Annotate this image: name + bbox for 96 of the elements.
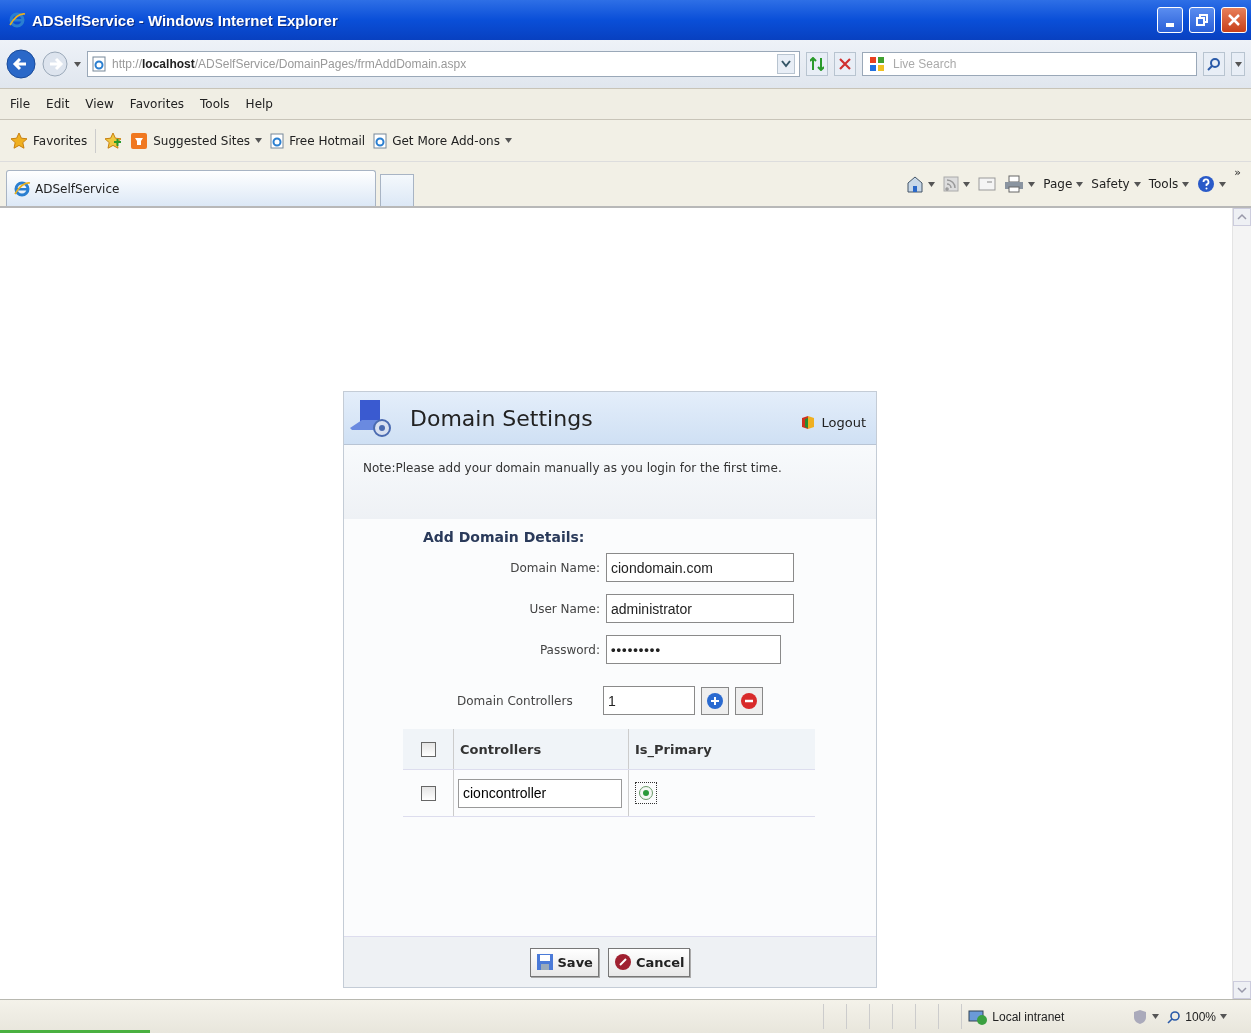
input-field[interactable]: cioncontroller — [458, 778, 622, 808]
favorites-link[interactable]: Get More Add-ons — [373, 132, 512, 149]
dropdown-caret-icon[interactable] — [1028, 181, 1036, 187]
print-button[interactable] — [1004, 175, 1036, 193]
input-field[interactable]: 1 — [603, 686, 695, 715]
minimize-button[interactable] — [1157, 7, 1183, 33]
section-title: Add Domain Details: — [423, 529, 586, 545]
dropdown-caret-icon[interactable] — [928, 181, 936, 187]
refresh-button[interactable] — [806, 52, 828, 76]
browser-logo-icon — [13, 179, 31, 198]
refresh-icon — [810, 57, 824, 71]
favorites-link[interactable]: Free Hotmail — [270, 132, 366, 149]
favorites-button[interactable]: Favorites — [10, 131, 88, 150]
network-globe-icon — [968, 1007, 989, 1026]
feed-icon — [943, 176, 960, 192]
star-icon — [10, 131, 28, 150]
field-label: Password: — [538, 642, 600, 657]
dropdown-caret-icon[interactable] — [1076, 181, 1084, 187]
column-header: Controllers — [453, 729, 629, 770]
menu-item[interactable]: Help — [245, 97, 273, 111]
computer-gear-icon — [348, 398, 392, 438]
stop-icon — [839, 58, 851, 70]
search-field[interactable]: Live Search — [891, 56, 1175, 72]
dropdown-caret-icon[interactable] — [1220, 1014, 1227, 1019]
input-field[interactable]: administrator — [606, 594, 794, 623]
page-icon — [373, 132, 388, 149]
field-label: User Name: — [528, 601, 600, 616]
search-options-caret-icon[interactable] — [1234, 61, 1242, 67]
more-commands[interactable]: » — [1234, 166, 1241, 179]
magnifier-icon — [1167, 1009, 1182, 1024]
menu-item[interactable]: Favorites — [129, 97, 185, 111]
restore-icon — [1196, 14, 1208, 26]
add-button[interactable] — [701, 686, 729, 715]
home-button[interactable] — [906, 175, 936, 193]
dropdown-caret-icon[interactable] — [963, 181, 971, 187]
dropdown-icon[interactable] — [781, 60, 791, 68]
command-menu[interactable]: Tools — [1148, 177, 1190, 191]
select-all-checkbox[interactable] — [420, 742, 436, 757]
minimize-icon — [1166, 23, 1174, 27]
help-button[interactable] — [1197, 175, 1227, 193]
stop-button[interactable] — [834, 52, 856, 76]
search-icon — [1207, 57, 1221, 71]
search-button[interactable] — [1203, 52, 1225, 76]
suggested-sites-icon — [130, 131, 149, 150]
menu-item[interactable]: Edit — [46, 97, 70, 111]
row-checkbox[interactable] — [420, 786, 436, 801]
zoom-button[interactable]: 100% — [1163, 1009, 1231, 1024]
field-label: Domain Controllers — [457, 693, 574, 708]
command-menu[interactable]: Page — [1043, 177, 1084, 191]
mail-icon — [978, 177, 997, 191]
windows-flag-icon — [869, 56, 885, 72]
page-icon — [92, 56, 106, 72]
menu-item[interactable]: File — [10, 97, 31, 111]
close-icon — [1228, 14, 1240, 26]
search-box[interactable]: Live Search — [862, 52, 1197, 76]
save-button[interactable]: Save — [529, 947, 599, 977]
dropdown-caret-icon[interactable] — [1182, 181, 1190, 187]
plus-circle-icon — [706, 691, 724, 710]
browser-tab[interactable]: ADSelfService — [6, 170, 376, 206]
close-button[interactable] — [1221, 7, 1247, 33]
window-title: ADSelfService - Windows Internet Explorer — [32, 11, 339, 29]
dialog-title: Domain Settings — [410, 405, 594, 431]
radio-button[interactable] — [638, 785, 654, 801]
feeds-button[interactable] — [943, 176, 971, 192]
home-icon — [906, 175, 925, 193]
note-text: Note:Please add your domain manually as you login for the first time. — [344, 445, 876, 519]
minus-circle-icon — [740, 691, 758, 710]
column-header: Is_Primary — [628, 729, 815, 770]
cancel-icon — [613, 953, 632, 971]
dropdown-caret-icon[interactable] — [255, 138, 263, 143]
cancel-button[interactable]: Cancel — [607, 947, 691, 977]
dropdown-caret-icon[interactable] — [74, 61, 81, 67]
dropdown-caret-icon[interactable] — [1152, 1014, 1160, 1019]
dropdown-caret-icon[interactable] — [1133, 181, 1141, 187]
restore-button[interactable] — [1189, 7, 1215, 33]
page-icon — [270, 132, 285, 149]
back-button-icon[interactable] — [6, 49, 36, 79]
menu-item[interactable]: View — [85, 97, 114, 111]
remove-button[interactable] — [735, 686, 763, 715]
input-field[interactable]: ciondomain.com — [606, 553, 794, 582]
dropdown-caret-icon[interactable] — [1219, 181, 1227, 187]
add-favorite-star-icon[interactable] — [104, 131, 123, 150]
command-menu[interactable]: Safety — [1091, 177, 1141, 191]
logout-icon — [800, 414, 817, 430]
menu-item[interactable]: Tools — [200, 97, 230, 111]
browser-logo-icon — [8, 11, 26, 29]
logout-link[interactable]: Logout — [800, 414, 866, 430]
printer-icon — [1004, 175, 1025, 193]
field-label: Domain Name: — [509, 560, 600, 575]
favorites-link[interactable]: Suggested Sites — [130, 131, 263, 150]
address-field[interactable]: http://localhost/ADSelfService/DomainPages/frmAddDomain.aspx — [87, 51, 800, 77]
help-icon — [1197, 175, 1216, 193]
dropdown-caret-icon[interactable] — [504, 138, 512, 143]
password-field[interactable]: ••••••••• — [606, 635, 781, 664]
shield-icon — [1132, 1008, 1149, 1025]
security-zone: Local intranet — [992, 1009, 1065, 1024]
